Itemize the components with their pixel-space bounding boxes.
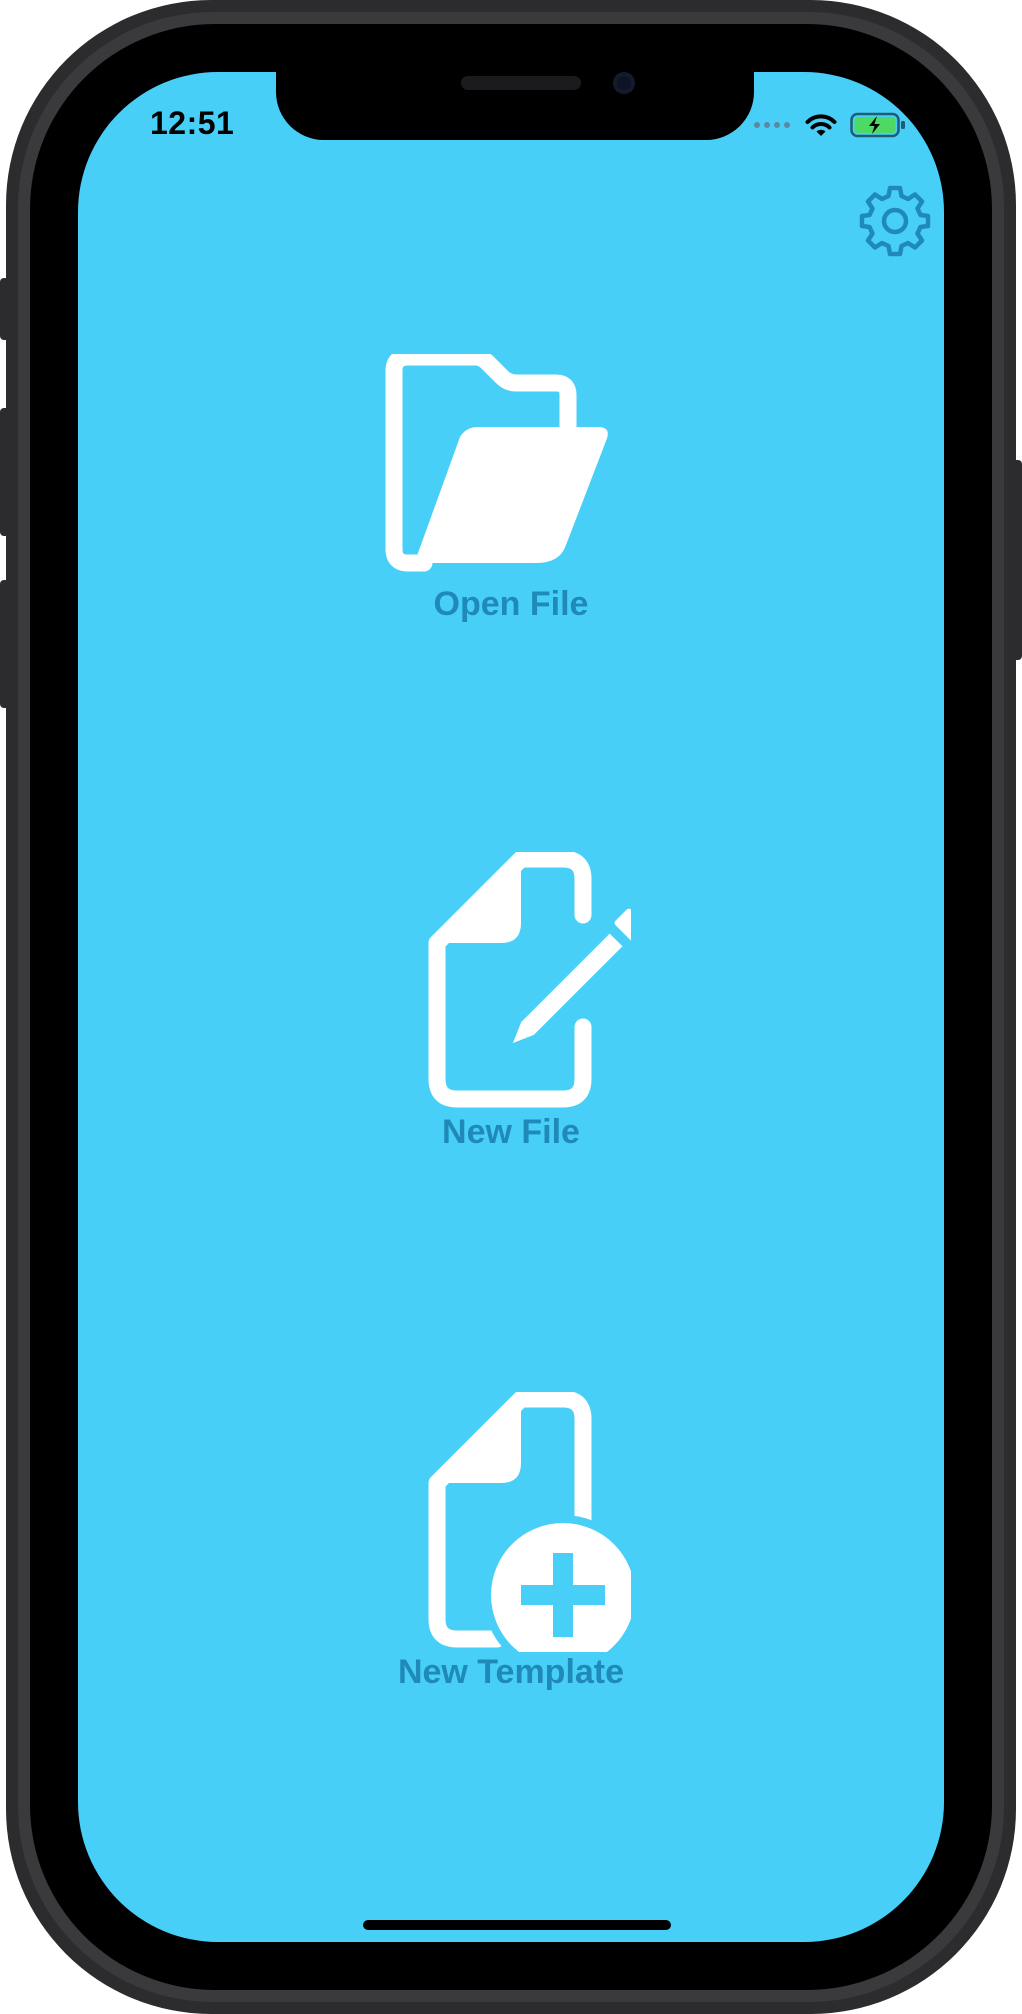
status-time: 12:51 (150, 105, 235, 141)
volume-down-button (0, 580, 12, 708)
app-screen: 12:51 Open File New File New Template (78, 72, 944, 1942)
status-indicators (754, 110, 906, 140)
folder-open-icon (385, 354, 608, 572)
new-file-button[interactable]: New File (78, 852, 944, 1152)
speaker-grille (461, 76, 581, 90)
open-file-button[interactable]: Open File (78, 354, 944, 624)
new-template-button[interactable]: New Template (78, 1392, 944, 1692)
notch (276, 72, 754, 140)
home-indicator[interactable] (363, 1920, 671, 1930)
document-edit-icon (428, 852, 631, 1108)
phone-device: 12:51 Open File New File New Template (0, 0, 1022, 2014)
wifi-icon (805, 114, 837, 136)
cellular-signal-icon (754, 122, 790, 128)
battery-charging-icon (850, 112, 905, 138)
gear-icon (859, 185, 931, 257)
settings-button[interactable] (856, 182, 934, 260)
new-file-label: New File (442, 1113, 580, 1151)
power-button (1010, 460, 1022, 660)
new-template-label: New Template (397, 1653, 625, 1691)
front-camera (613, 72, 635, 94)
silent-switch (0, 278, 12, 340)
open-file-label: Open File (433, 585, 589, 623)
document-add-icon (428, 1392, 631, 1652)
volume-up-button (0, 408, 12, 536)
